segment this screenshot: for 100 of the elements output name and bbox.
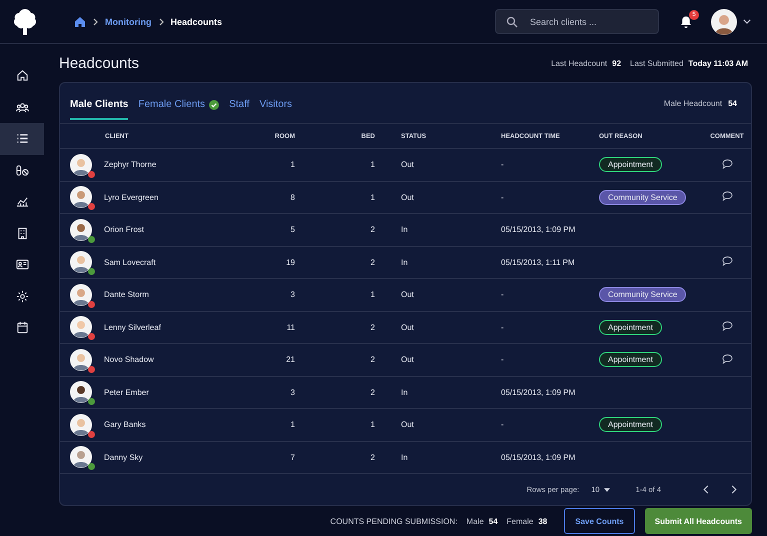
- client-name: Orion Frost: [104, 225, 144, 234]
- summary-label: Last Submitted: [630, 58, 684, 68]
- bell-icon[interactable]: [679, 14, 693, 28]
- count-value: 38: [538, 516, 548, 526]
- status-text: In: [401, 388, 408, 397]
- building-icon: [16, 226, 28, 240]
- next-page-icon[interactable]: [731, 485, 737, 494]
- breadcrumb-current: Headcounts: [170, 16, 222, 26]
- status-text: Out: [401, 355, 414, 364]
- headcount-time: -: [501, 322, 504, 332]
- save-counts-button[interactable]: Save Counts: [564, 508, 635, 534]
- headcount-value: 54: [728, 98, 737, 108]
- room-number: 19: [286, 258, 295, 267]
- client-name: Novo Shadow: [104, 355, 154, 364]
- room-number: 1: [290, 160, 295, 170]
- headcount-label: Male Headcount: [664, 98, 722, 108]
- status-text: In: [401, 225, 408, 234]
- status-text: Out: [401, 420, 414, 430]
- count-label: Male: [466, 516, 484, 526]
- avatar-icon: [70, 154, 92, 176]
- idcard-icon: [16, 258, 28, 272]
- bed-number: 2: [370, 322, 375, 332]
- client-name: Lyro Evergreen: [104, 192, 158, 202]
- headcount-time: -: [501, 160, 504, 170]
- tree-logo-icon[interactable]: [12, 6, 38, 36]
- status-text: Out: [401, 160, 414, 170]
- comment-icon[interactable]: [722, 354, 732, 364]
- chevron-icon: [93, 18, 98, 26]
- sidebar-item[interactable]: [0, 123, 44, 154]
- tab[interactable]: Visitors: [259, 86, 292, 120]
- caret-icon: [604, 488, 610, 492]
- chart-icon: [16, 195, 28, 208]
- avatar-icon: [70, 348, 92, 371]
- headcount-time: -: [501, 290, 504, 300]
- caret-icon[interactable]: [743, 19, 751, 24]
- tab[interactable]: Male Clients: [70, 86, 128, 120]
- pills-icon: [16, 164, 28, 177]
- status-text: Out: [401, 290, 414, 300]
- status-text: In: [401, 258, 408, 267]
- bed-number: 2: [370, 225, 375, 234]
- comment-icon[interactable]: [722, 158, 732, 169]
- comment-icon[interactable]: [722, 191, 732, 202]
- client-name: Lenny Silverleaf: [104, 322, 161, 332]
- room-number: 7: [290, 452, 295, 462]
- reason-tag: Appointment: [599, 320, 662, 335]
- tab[interactable]: Female Clients: [138, 86, 220, 120]
- bed-number: 1: [370, 290, 375, 300]
- room-number: 21: [286, 355, 295, 364]
- headcount-time: -: [501, 192, 504, 202]
- comment-icon[interactable]: [722, 321, 732, 332]
- comment-icon[interactable]: [722, 256, 732, 266]
- tab[interactable]: Staff: [229, 86, 250, 120]
- status-text: Out: [401, 192, 414, 202]
- avatar-icon: [70, 414, 92, 436]
- search-input[interactable]: Search clients ...: [528, 16, 642, 28]
- search-field[interactable]: Search clients ...: [495, 9, 659, 34]
- client-name: Danny Sky: [104, 452, 143, 462]
- client-name: Gary Banks: [104, 420, 146, 430]
- previous-page-icon[interactable]: [703, 485, 709, 494]
- reason-tag: Appointment: [599, 157, 662, 172]
- count-label: Female: [506, 516, 534, 526]
- avatar-icon: [70, 186, 92, 208]
- client-name: Sam Lovecraft: [104, 258, 156, 267]
- reason-tag: Community Service: [599, 287, 686, 302]
- avatar-icon: [70, 251, 92, 274]
- status-text: Out: [401, 322, 414, 332]
- user-avatar-icon[interactable]: [711, 8, 737, 34]
- bed-number: 2: [370, 452, 375, 462]
- summary-value: 92: [612, 58, 622, 68]
- page-title: Headcounts: [59, 54, 140, 72]
- client-name: Peter Ember: [104, 388, 149, 397]
- calendar-icon: [16, 321, 28, 334]
- bed-number: 2: [370, 258, 375, 267]
- reason-tag: Community Service: [599, 190, 686, 205]
- search-icon: [506, 16, 518, 28]
- home-icon: [16, 69, 28, 82]
- room-number: 5: [290, 225, 295, 234]
- room-number: 3: [290, 290, 295, 300]
- room-number: 3: [290, 388, 295, 397]
- home-icon[interactable]: [74, 16, 86, 28]
- status-text: In: [401, 452, 408, 462]
- headcount-time: -: [501, 420, 504, 430]
- avatar-icon: [70, 284, 92, 306]
- submit-button[interactable]: Submit All Headcounts: [644, 508, 752, 534]
- client-name: Zephyr Thorne: [104, 160, 156, 170]
- bed-number: 1: [370, 192, 375, 202]
- count-value: 54: [488, 516, 498, 526]
- bed-number: 1: [370, 420, 375, 430]
- headcount-time: 05/15/2013, 1:11 PM: [501, 258, 575, 267]
- reason-tag: Appointment: [599, 352, 662, 368]
- breadcrumb-link[interactable]: Monitoring: [105, 16, 152, 26]
- bed-number: 1: [370, 160, 375, 170]
- headcount-time: -: [501, 355, 504, 364]
- headcount-time: 05/15/2013, 1:09 PM: [501, 452, 576, 462]
- avatar-icon: [70, 316, 92, 338]
- avatar-icon: [70, 381, 92, 404]
- check-icon: [209, 100, 220, 110]
- pending-label: COUNTS PENDING SUBMISSION:: [330, 516, 458, 526]
- summary-value: Today 11:03 AM: [688, 58, 748, 68]
- bed-number: 2: [370, 388, 375, 397]
